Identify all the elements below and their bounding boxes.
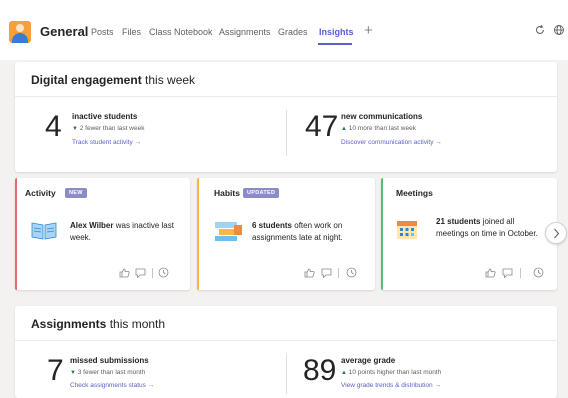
column-divider — [286, 354, 287, 394]
like-icon[interactable] — [485, 268, 496, 278]
down-arrow-icon: ▼ — [72, 126, 78, 132]
card-text: 21 students joined all meetings on time … — [436, 216, 544, 240]
card-accent — [381, 178, 383, 290]
divider — [15, 96, 557, 97]
action-separator — [152, 268, 153, 278]
assignments-stack-icon — [215, 222, 242, 241]
like-icon[interactable] — [304, 268, 315, 278]
tab-grades[interactable]: Grades — [278, 27, 308, 37]
refresh-icon[interactable] — [534, 24, 546, 36]
missed-submissions-label: missed submissions — [70, 356, 149, 365]
chevron-right-icon — [554, 228, 560, 239]
card-title: Habits — [214, 188, 240, 198]
section-title-rest: this month — [106, 317, 166, 331]
updated-badge: UPDATED — [243, 188, 280, 198]
section-title: Assignments this month — [31, 317, 165, 331]
down-arrow-icon: ▼ — [70, 370, 76, 376]
tab-posts[interactable]: Posts — [91, 27, 114, 37]
inactive-students-delta: ▼ 2 fewer than last week — [72, 125, 144, 132]
inactive-students-label: inactive students — [72, 112, 138, 121]
meetings-card[interactable]: Meetings 21 students joined all meetings… — [381, 178, 557, 290]
active-tab-indicator — [318, 43, 352, 45]
card-accent — [15, 178, 17, 290]
check-assignments-status-link[interactable]: Check assignments status → — [70, 382, 154, 389]
comment-icon[interactable] — [502, 268, 513, 278]
delta-text: 10 more than last week — [348, 125, 416, 132]
assignments-card: Assignments this month 7 missed submissi… — [15, 306, 557, 398]
up-arrow-icon: ▲ — [341, 370, 347, 376]
next-cards-button[interactable] — [545, 222, 567, 244]
new-communications-count: 47 — [305, 110, 339, 143]
new-communications-delta: ▲ 10 more than last week — [341, 125, 416, 132]
globe-icon[interactable] — [553, 24, 565, 36]
activity-card[interactable]: Activity NEW Alex Wilber was inactive la… — [15, 178, 190, 290]
channel-header: General Posts Files Class Notebook Assig… — [0, 0, 568, 60]
discover-communication-activity-link[interactable]: Discover communication activity → — [341, 139, 442, 146]
column-divider — [286, 110, 287, 156]
view-grade-trends-link[interactable]: View grade trends & distribution → — [341, 382, 441, 389]
team-name: General — [40, 24, 89, 39]
section-title-rest: this week — [141, 73, 196, 87]
tab-files[interactable]: Files — [122, 27, 141, 37]
comment-icon[interactable] — [321, 268, 332, 278]
missed-submissions-delta: ▼ 3 fewer than last month — [70, 369, 145, 376]
card-text-bold: 6 students — [252, 221, 293, 230]
new-badge: NEW — [65, 188, 87, 198]
delta-text: 3 fewer than last month — [77, 369, 146, 376]
card-title: Activity — [25, 188, 56, 198]
delta-text: 2 fewer than last week — [79, 125, 145, 132]
clock-icon[interactable] — [533, 267, 544, 278]
missed-submissions-count: 7 — [47, 354, 64, 387]
calendar-icon — [397, 221, 417, 239]
card-text: 6 students often work on assignments lat… — [252, 220, 370, 244]
team-avatar-icon[interactable] — [9, 21, 31, 43]
section-title: Digital engagement this week — [31, 73, 195, 87]
new-communications-label: new communications — [341, 112, 423, 121]
average-grade-value: 89 — [303, 354, 337, 387]
tab-class-notebook[interactable]: Class Notebook — [149, 27, 213, 37]
card-accent — [197, 178, 199, 290]
delta-text: 10 points higher than last month — [348, 369, 442, 376]
card-text-bold: Alex Wilber — [70, 221, 114, 230]
card-text-bold: 21 students — [436, 217, 481, 226]
like-icon[interactable] — [119, 268, 130, 278]
action-separator — [520, 268, 521, 278]
inactive-students-count: 4 — [45, 110, 62, 143]
comment-icon[interactable] — [135, 268, 146, 278]
average-grade-label: average grade — [341, 356, 396, 365]
average-grade-delta: ▲ 10 points higher than last month — [341, 369, 441, 376]
clock-icon[interactable] — [346, 267, 357, 278]
digital-engagement-card: Digital engagement this week 4 inactive … — [15, 62, 557, 172]
book-icon — [31, 222, 57, 240]
habits-card[interactable]: Habits UPDATED 6 students often work on … — [197, 178, 375, 290]
track-student-activity-link[interactable]: Track student activity → — [72, 139, 141, 146]
up-arrow-icon: ▲ — [341, 126, 347, 132]
section-title-bold: Digital engagement — [31, 73, 142, 87]
clock-icon[interactable] — [158, 267, 169, 278]
tab-insights[interactable]: Insights — [319, 27, 354, 37]
card-title: Meetings — [396, 188, 433, 198]
card-text: Alex Wilber was inactive last week. — [70, 220, 182, 244]
section-title-bold: Assignments — [31, 317, 107, 331]
action-separator — [338, 268, 339, 278]
tab-assignments[interactable]: Assignments — [219, 27, 271, 37]
divider — [15, 340, 557, 341]
add-tab-button[interactable]: + — [364, 22, 373, 39]
